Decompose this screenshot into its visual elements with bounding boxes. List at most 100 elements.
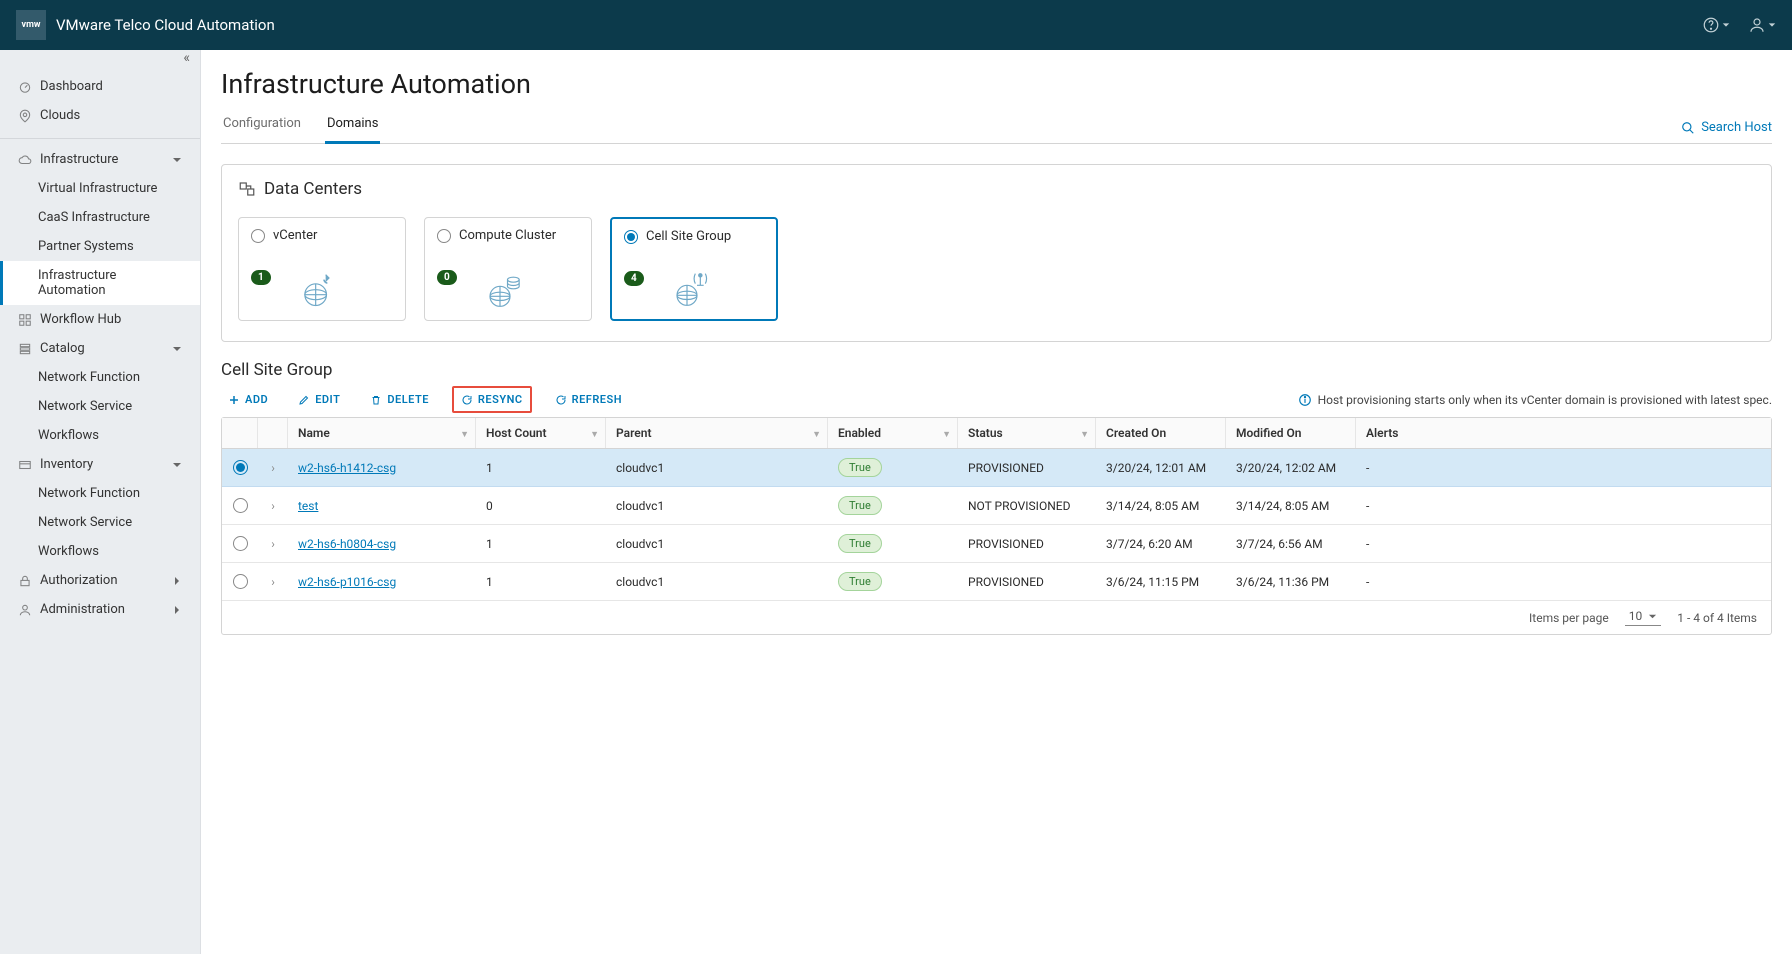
table-row[interactable]: ›test0cloudvc1TrueNOT PROVISIONED3/14/24… xyxy=(222,487,1771,525)
trash-icon xyxy=(370,394,382,406)
cell-alerts: - xyxy=(1356,490,1771,522)
ipp-value: 10 xyxy=(1629,609,1643,623)
sidebar-collapse-icon[interactable]: « xyxy=(0,50,200,66)
filter-icon[interactable]: ▼ xyxy=(942,429,951,440)
filter-icon[interactable]: ▼ xyxy=(460,429,469,440)
col-expand xyxy=(258,418,288,448)
sidebar-label: CaaS Infrastructure xyxy=(38,210,150,225)
row-radio[interactable] xyxy=(233,498,248,513)
tool-label: ADD xyxy=(245,393,268,406)
cell-modified: 3/6/24, 11:36 PM xyxy=(1226,566,1356,598)
sidebar-item-partner-systems[interactable]: Partner Systems xyxy=(0,232,200,261)
sidebar-label: Network Service xyxy=(38,515,132,530)
dc-heading: Data Centers xyxy=(264,179,362,199)
col-name[interactable]: Name▼ xyxy=(288,418,476,448)
sidebar-group-inventory[interactable]: Inventory xyxy=(0,450,200,479)
refresh-button[interactable]: REFRESH xyxy=(548,388,629,411)
sidebar-item-inv-ns[interactable]: Network Service xyxy=(0,508,200,537)
sidebar-label: Dashboard xyxy=(40,79,103,94)
sidebar-group-infrastructure[interactable]: Infrastructure xyxy=(0,145,200,174)
radio-icon xyxy=(437,229,451,243)
data-centers-panel: Data Centers vCenter 1 Compute Cluster 0 xyxy=(221,164,1772,342)
sidebar-label: Catalog xyxy=(40,341,85,356)
cell-created: 3/6/24, 11:15 PM xyxy=(1096,566,1226,598)
sidebar-item-infra-automation[interactable]: Infrastructure Automation xyxy=(0,261,200,305)
table-row[interactable]: ›w2-hs6-h0804-csg1cloudvc1TruePROVISIONE… xyxy=(222,525,1771,563)
sidebar-label: Administration xyxy=(40,602,125,617)
col-host-count[interactable]: Host Count▼ xyxy=(476,418,606,448)
name-link[interactable]: test xyxy=(298,499,318,513)
table-row[interactable]: ›w2-hs6-h1412-csg1cloudvc1TruePROVISIONE… xyxy=(222,449,1771,487)
col-alerts[interactable]: Alerts xyxy=(1356,418,1771,448)
help-icon[interactable] xyxy=(1702,16,1730,34)
sidebar-item-virtual-infra[interactable]: Virtual Infrastructure xyxy=(0,174,200,203)
name-link[interactable]: w2-hs6-h0804-csg xyxy=(298,537,396,551)
sidebar-item-catalog-nf[interactable]: Network Function xyxy=(0,363,200,392)
row-radio[interactable] xyxy=(233,536,248,551)
pencil-icon xyxy=(298,394,310,406)
ipp-select[interactable]: 10 xyxy=(1625,609,1662,626)
sidebar-item-inv-nf[interactable]: Network Function xyxy=(0,479,200,508)
expand-icon[interactable]: › xyxy=(258,490,288,522)
cell-modified: 3/14/24, 8:05 AM xyxy=(1226,490,1356,522)
sidebar-label: Workflows xyxy=(38,428,99,443)
filter-icon[interactable]: ▼ xyxy=(812,429,821,440)
product-name: VMware Telco Cloud Automation xyxy=(56,16,275,34)
sidebar-item-clouds[interactable]: Clouds xyxy=(0,101,200,130)
add-button[interactable]: ADD xyxy=(221,388,275,411)
sidebar-item-inv-workflows[interactable]: Workflows xyxy=(0,537,200,566)
dc-card-compute-cluster[interactable]: Compute Cluster 0 xyxy=(424,217,592,321)
cloud-icon xyxy=(18,153,32,167)
tab-domains[interactable]: Domains xyxy=(325,110,380,144)
col-select xyxy=(222,418,258,448)
cell-modified: 3/7/24, 6:56 AM xyxy=(1226,528,1356,560)
col-label: Enabled xyxy=(838,426,881,440)
sidebar-item-workflow-hub[interactable]: Workflow Hub xyxy=(0,305,200,334)
refresh-icon xyxy=(555,394,567,406)
expand-icon[interactable]: › xyxy=(258,452,288,484)
search-host-button[interactable]: Search Host xyxy=(1681,120,1772,143)
sidebar-item-caas-infra[interactable]: CaaS Infrastructure xyxy=(0,203,200,232)
sidebar-group-administration[interactable]: Administration xyxy=(0,595,200,624)
filter-icon[interactable]: ▼ xyxy=(590,429,599,440)
cell-parent: cloudvc1 xyxy=(606,490,828,522)
filter-icon[interactable]: ▼ xyxy=(1080,429,1089,440)
sidebar-label: Infrastructure Automation xyxy=(38,268,182,298)
sidebar-item-catalog-workflows[interactable]: Workflows xyxy=(0,421,200,450)
col-modified[interactable]: Modified On xyxy=(1226,418,1356,448)
sidebar-label: Authorization xyxy=(40,573,118,588)
row-radio[interactable] xyxy=(233,460,248,475)
search-icon xyxy=(1681,121,1695,135)
resync-button[interactable]: RESYNC xyxy=(452,386,532,413)
expand-icon[interactable]: › xyxy=(258,528,288,560)
row-radio[interactable] xyxy=(233,574,248,589)
col-enabled[interactable]: Enabled ▼ xyxy=(828,418,958,448)
enabled-badge: True xyxy=(838,458,882,477)
edit-button[interactable]: EDIT xyxy=(291,388,347,411)
chevron-right-icon xyxy=(172,605,182,615)
table-row[interactable]: ›w2-hs6-p1016-csg1cloudvc1TruePROVISIONE… xyxy=(222,563,1771,601)
col-parent[interactable]: Parent▼ xyxy=(606,418,828,448)
delete-button[interactable]: DELETE xyxy=(363,388,436,411)
sidebar-group-catalog[interactable]: Catalog xyxy=(0,334,200,363)
user-icon[interactable] xyxy=(1748,16,1776,34)
dc-card-cell-site-group[interactable]: Cell Site Group 4 xyxy=(610,217,778,321)
name-link[interactable]: w2-hs6-h1412-csg xyxy=(298,461,396,475)
expand-icon[interactable]: › xyxy=(258,566,288,598)
sidebar-label: Workflows xyxy=(38,544,99,559)
sidebar-group-authorization[interactable]: Authorization xyxy=(0,566,200,595)
user-icon xyxy=(18,603,32,617)
tab-configuration[interactable]: Configuration xyxy=(221,110,303,143)
sidebar-item-catalog-ns[interactable]: Network Service xyxy=(0,392,200,421)
dc-card-vcenter[interactable]: vCenter 1 xyxy=(238,217,406,321)
col-status[interactable]: Status▼ xyxy=(958,418,1096,448)
name-link[interactable]: w2-hs6-p1016-csg xyxy=(298,575,396,589)
sidebar-item-dashboard[interactable]: Dashboard xyxy=(0,72,200,101)
refresh-icon xyxy=(461,394,473,406)
ipp-label: Items per page xyxy=(1529,611,1609,625)
cell-alerts: - xyxy=(1356,452,1771,484)
radio-icon xyxy=(251,229,265,243)
logo: vmw xyxy=(16,10,46,40)
col-created[interactable]: Created On xyxy=(1096,418,1226,448)
cell-created: 3/20/24, 12:01 AM xyxy=(1096,452,1226,484)
